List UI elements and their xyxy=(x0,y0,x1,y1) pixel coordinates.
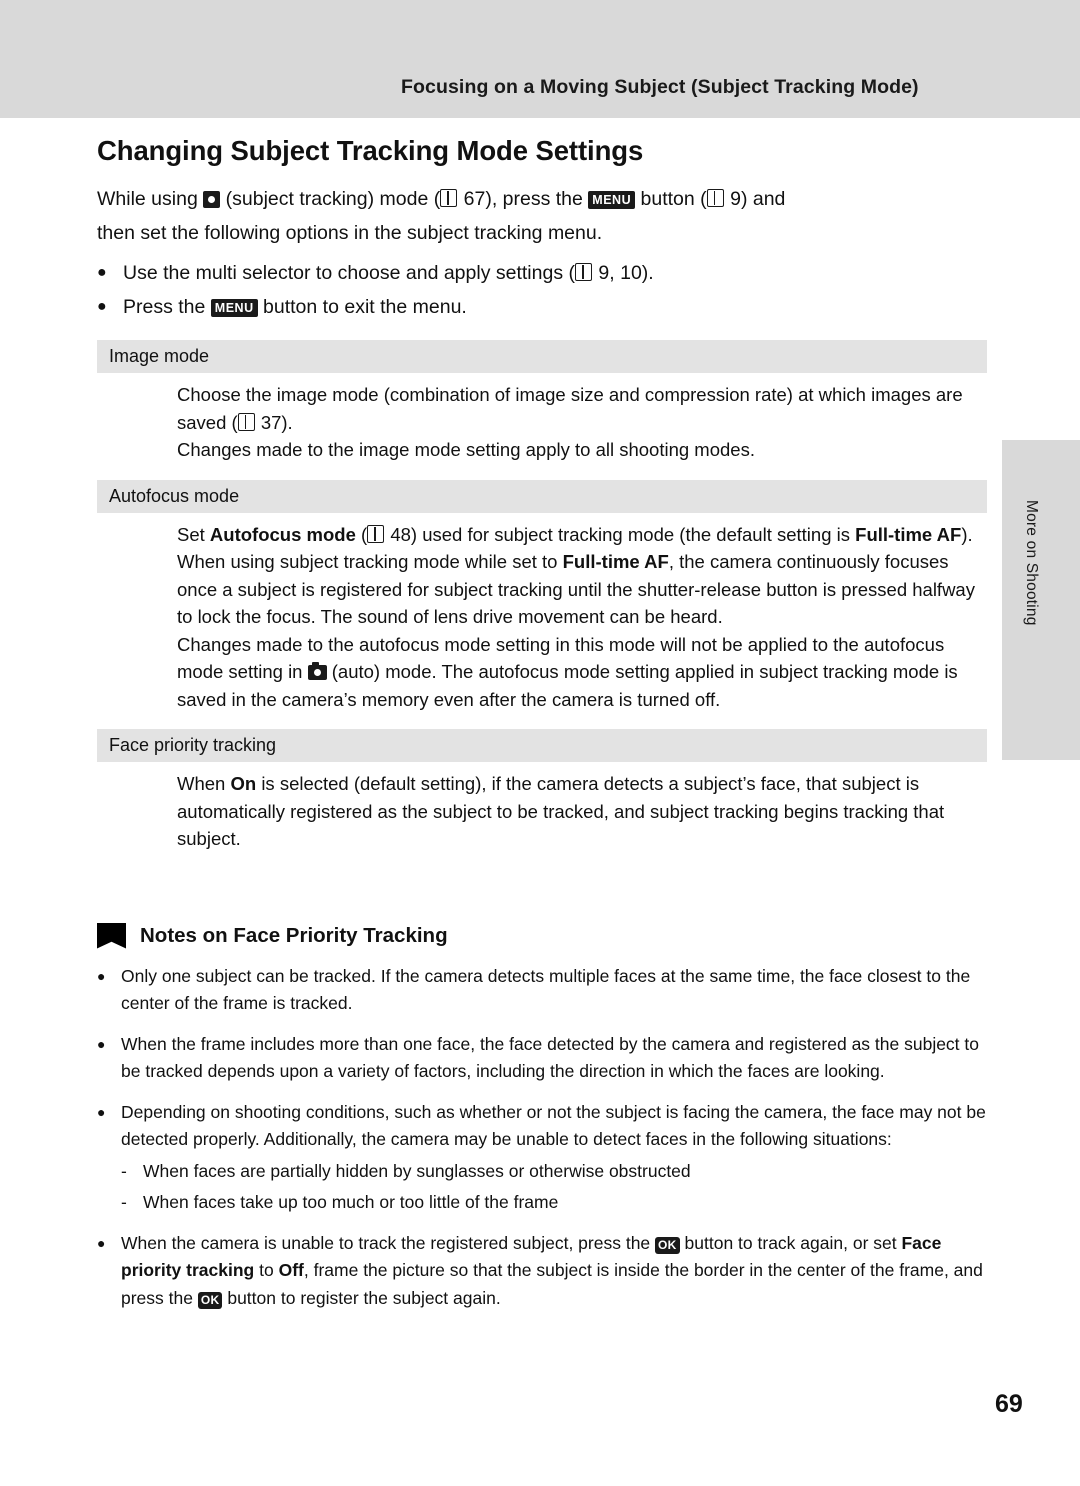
list-item: ● When the camera is unable to track the… xyxy=(97,1230,987,1313)
paragraph-text-c: 48) used for subject tracking mode (the … xyxy=(390,523,850,545)
reference-book-icon xyxy=(237,412,255,431)
section-body: Set Autofocus mode ( 48) used for subjec… xyxy=(97,513,987,714)
notes-block: Notes on Face Priority Tracking ● Only o… xyxy=(97,922,987,1313)
bullet-dot-icon: ● xyxy=(97,967,106,984)
bullet-text: Use the multi selector to choose and app… xyxy=(123,256,987,290)
bullet-text: Press the MENU button to exit the menu. xyxy=(123,290,987,324)
bullet-text-b: 9, 10). xyxy=(598,262,654,284)
bullet-text-a: Press the xyxy=(123,296,206,318)
section-autofocus-mode: Autofocus mode Set Autofocus mode ( 48) … xyxy=(97,479,987,714)
notes-list: ● Only one subject can be tracked. If th… xyxy=(97,963,987,1313)
bullet-dot-icon: ● xyxy=(97,298,107,315)
paragraph-bold-autofocus-mode: Autofocus mode xyxy=(209,523,356,545)
paragraph: Changes made to the image mode setting a… xyxy=(177,439,755,460)
document-page: Focusing on a Moving Subject (Subject Tr… xyxy=(0,0,1080,1486)
note-text: Only one subject can be tracked. If the … xyxy=(121,965,971,1014)
subject-tracking-icon xyxy=(203,191,221,208)
note-text: When the camera is unable to track the r… xyxy=(121,1230,987,1313)
section-body: When On is selected (default setting), i… xyxy=(97,762,987,853)
note-text-g: button to register the subject again. xyxy=(227,1287,501,1308)
chapter-tab xyxy=(1002,440,1080,760)
intro-text-b: (subject tracking) mode ( xyxy=(225,188,441,210)
paragraph-bold-on: On xyxy=(230,773,257,794)
paragraph: Set Autofocus mode ( 48) used for subjec… xyxy=(177,523,973,545)
section-heading: Face priority tracking xyxy=(97,729,987,762)
dash-marker: - xyxy=(121,1192,127,1212)
dash-marker: - xyxy=(121,1160,127,1181)
paragraph: When using subject tracking mode while s… xyxy=(177,548,987,631)
paragraph-text-e: ). xyxy=(961,523,973,545)
note-text-b: button to track again, or set xyxy=(684,1232,897,1253)
sub-item-text: When faces are partially hidden by sungl… xyxy=(143,1160,691,1181)
section-heading: Image mode xyxy=(97,340,987,373)
note-text-a: When the camera is unable to track the r… xyxy=(121,1232,651,1253)
bullet-dot-icon: ● xyxy=(97,1035,106,1052)
paragraph-bold-fulltime-af: Full-time AF xyxy=(562,551,669,572)
page-title: Changing Subject Tracking Mode Settings xyxy=(97,135,644,166)
list-item: ● Use the multi selector to choose and a… xyxy=(97,256,987,290)
paragraph-text-a: When using subject tracking mode while s… xyxy=(177,551,558,572)
ok-button-icon: OK xyxy=(655,1236,680,1254)
paragraph-text-b: 37). xyxy=(260,411,293,433)
list-item: ● When the frame includes more than one … xyxy=(97,1031,987,1086)
reference-book-icon xyxy=(575,263,592,281)
section-image-mode: Image mode Choose the image mode (combin… xyxy=(97,340,987,464)
page-number: 69 xyxy=(995,1390,1023,1418)
paragraph-bold-fulltime-af: Full-time AF xyxy=(855,523,962,545)
page-header-band xyxy=(0,0,1080,118)
note-text: Depending on shooting conditions, such a… xyxy=(121,1101,986,1150)
section-heading: Autofocus mode xyxy=(97,479,987,513)
auto-mode-camera-icon xyxy=(307,662,327,680)
bullet-dot-icon: ● xyxy=(97,1103,106,1120)
menu-button-icon: MENU xyxy=(210,299,258,317)
list-item: ● Depending on shooting conditions, such… xyxy=(97,1099,987,1154)
ok-button-icon: OK xyxy=(197,1291,223,1309)
list-item-sub: - When faces take up too much or too lit… xyxy=(97,1189,987,1217)
bullet-dot-icon: ● xyxy=(97,1234,106,1251)
intro-text-a: While using xyxy=(97,188,198,210)
bullet-text-b: button to exit the menu. xyxy=(263,296,467,318)
intro-paragraph: While using (subject tracking) mode ( 67… xyxy=(97,182,987,250)
list-item: ● Press the MENU button to exit the menu… xyxy=(97,290,987,324)
paragraph: Changes made to the autofocus mode setti… xyxy=(177,631,987,714)
note-text-d: to xyxy=(259,1260,274,1280)
reference-book-icon xyxy=(440,189,458,207)
intro-bullet-list: ● Use the multi selector to choose and a… xyxy=(97,256,987,324)
notes-title-row: Notes on Face Priority Tracking xyxy=(97,922,987,949)
reference-book-icon xyxy=(706,189,724,207)
paragraph-text-c: is selected (default setting), if the ca… xyxy=(177,773,945,849)
warning-flag-icon xyxy=(97,922,126,949)
section-body: Choose the image mode (combination of im… xyxy=(97,373,987,464)
paragraph-text-a: Set xyxy=(177,523,205,545)
paragraph-text-a: Choose the image mode (combination of im… xyxy=(177,384,963,433)
section-face-priority-tracking: Face priority tracking When On is select… xyxy=(97,729,987,853)
menu-button-icon: MENU xyxy=(588,191,636,209)
chapter-tab-label: More on Shooting xyxy=(1023,500,1040,626)
paragraph-text-a: When xyxy=(177,773,226,794)
intro-text-d: button ( xyxy=(640,188,707,210)
running-header-title: Focusing on a Moving Subject (Subject Tr… xyxy=(401,76,919,98)
list-item-sub: - When faces are partially hidden by sun… xyxy=(97,1158,987,1186)
paragraph: Choose the image mode (combination of im… xyxy=(177,381,987,436)
intro-line2: then set the following options in the su… xyxy=(97,222,603,244)
reference-book-icon xyxy=(367,524,385,543)
note-text: When the frame includes more than one fa… xyxy=(121,1033,980,1082)
list-item: ● Only one subject can be tracked. If th… xyxy=(97,963,987,1018)
intro-text-c: 67), press the xyxy=(463,188,583,210)
notes-title: Notes on Face Priority Tracking xyxy=(140,923,448,947)
note-bold-off: Off xyxy=(278,1260,304,1280)
paragraph: When On is selected (default setting), i… xyxy=(177,770,987,853)
page-content: Changing Subject Tracking Mode Settings … xyxy=(97,134,987,1312)
bullet-text-a: Use the multi selector to choose and app… xyxy=(123,262,575,284)
sub-item-text: When faces take up too much or too littl… xyxy=(143,1192,559,1212)
intro-text-e: 9) and xyxy=(730,188,786,210)
bullet-dot-icon: ● xyxy=(97,264,107,281)
